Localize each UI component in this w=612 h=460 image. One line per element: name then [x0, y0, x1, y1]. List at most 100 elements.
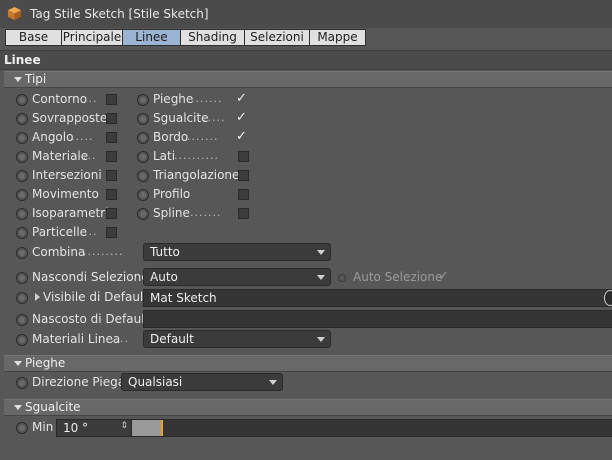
- check-icon[interactable]: ✓: [236, 130, 247, 143]
- expand-triangle-icon[interactable]: [14, 77, 22, 82]
- min-value-field[interactable]: 10 ° ⇕: [56, 419, 132, 437]
- checkbox-contorno[interactable]: [106, 94, 117, 105]
- chevron-down-icon: [317, 275, 325, 280]
- checkbox-intersezioni[interactable]: [106, 170, 117, 181]
- anim-dot-icon[interactable]: [16, 151, 28, 163]
- cube-icon: [7, 6, 22, 21]
- option-label: Angolo: [32, 130, 74, 144]
- dot-leader: ...: [84, 92, 98, 105]
- checkbox-lati[interactable]: [238, 151, 249, 162]
- dropdown-value: Default: [150, 332, 194, 346]
- field-value: Mat Sketch: [150, 291, 217, 305]
- tab-mappe[interactable]: Mappe: [309, 29, 366, 46]
- anim-dot-icon[interactable]: [16, 189, 28, 201]
- anim-dot-icon[interactable]: [16, 377, 28, 389]
- expand-arrow-icon[interactable]: [35, 293, 40, 301]
- dot-leader: .......: [191, 92, 223, 105]
- anim-dot-icon[interactable]: [16, 292, 28, 304]
- checkbox-angolo[interactable]: [106, 132, 117, 143]
- check-icon: ✓: [438, 269, 449, 284]
- option-label: Contorno: [32, 92, 88, 106]
- chevron-down-icon: [317, 250, 325, 255]
- option-label: Movimento: [32, 187, 99, 201]
- anim-dot-icon[interactable]: [16, 272, 28, 284]
- dot-leader: ...: [84, 225, 98, 238]
- group-pieghe[interactable]: Pieghe: [4, 355, 612, 372]
- dot-leader: .....: [203, 111, 226, 124]
- tab-principale[interactable]: Principale: [61, 29, 123, 46]
- direzione-dropdown[interactable]: Qualsiasi: [121, 373, 283, 391]
- nascosto-link-field[interactable]: [143, 310, 612, 328]
- anim-dot-icon[interactable]: [16, 227, 28, 239]
- option-label: Materiale: [32, 149, 89, 163]
- combina-dropdown[interactable]: Tutto: [143, 243, 331, 261]
- group-label: Tipi: [25, 72, 47, 86]
- anim-dot-icon[interactable]: [16, 208, 28, 220]
- anim-dot-icon[interactable]: [16, 314, 28, 326]
- anim-dot-icon[interactable]: [16, 94, 28, 106]
- materiali-dropdown[interactable]: Default: [143, 330, 331, 348]
- window-title: Tag Stile Sketch [Stile Sketch]: [30, 7, 209, 21]
- tab-linee[interactable]: Linee: [122, 29, 181, 46]
- title-bar: Tag Stile Sketch [Stile Sketch]: [0, 0, 612, 28]
- anim-dot-icon[interactable]: [137, 170, 149, 182]
- anim-dot-icon[interactable]: [16, 132, 28, 144]
- check-icon[interactable]: ✓: [236, 92, 247, 105]
- option-label: Triangolazione: [153, 168, 240, 182]
- anim-dot-icon[interactable]: [137, 189, 149, 201]
- slider-fill: [132, 420, 161, 436]
- anim-dot-icon[interactable]: [16, 113, 28, 125]
- min-slider[interactable]: [131, 419, 612, 437]
- anim-dot-icon[interactable]: [16, 334, 28, 346]
- anim-dot-icon[interactable]: [137, 113, 149, 125]
- visibile-link-field[interactable]: Mat Sketch: [143, 289, 612, 307]
- checkbox-movimento[interactable]: [106, 189, 117, 200]
- option-label: Pieghe: [153, 92, 194, 106]
- chevron-down-icon: [269, 380, 277, 385]
- tab-bar: Base Principale Linee Shading Selezioni …: [5, 29, 366, 46]
- pick-icon[interactable]: [604, 290, 612, 306]
- materiali-label: Materiali Linea: [32, 332, 121, 346]
- dot-leader: .......: [190, 206, 222, 219]
- checkbox-triangolazione[interactable]: [238, 170, 249, 181]
- group-sgualcite[interactable]: Sgualcite: [4, 399, 612, 416]
- option-label: Bordo: [153, 130, 189, 144]
- nascondi-dropdown[interactable]: Auto: [143, 268, 331, 286]
- tab-shading[interactable]: Shading: [180, 29, 245, 46]
- checkbox-spline[interactable]: [238, 208, 249, 219]
- nascosto-label: Nascosto di Default: [32, 312, 150, 326]
- section-header: Linee: [0, 50, 612, 70]
- expand-triangle-icon[interactable]: [14, 361, 22, 366]
- check-icon[interactable]: ✓: [236, 111, 247, 124]
- tab-selezioni[interactable]: Selezioni: [244, 29, 310, 46]
- anim-dot-icon[interactable]: [137, 94, 149, 106]
- anim-dot-icon[interactable]: [137, 151, 149, 163]
- checkbox-isoparametri[interactable]: [106, 208, 117, 219]
- anim-dot-icon[interactable]: [137, 208, 149, 220]
- min-label: Min: [32, 420, 54, 434]
- option-label: Sgualcite: [153, 111, 209, 125]
- anim-dot-icon[interactable]: [16, 422, 28, 434]
- dot-leader: .......: [187, 130, 219, 143]
- checkbox-particelle[interactable]: [106, 227, 117, 238]
- checkbox-profilo[interactable]: [238, 189, 249, 200]
- nascondi-label: Nascondi Selezione: [32, 270, 149, 284]
- tab-base[interactable]: Base: [5, 29, 62, 46]
- dropdown-value: Tutto: [150, 245, 180, 259]
- anim-dot-icon[interactable]: [16, 170, 28, 182]
- dropdown-value: Auto: [150, 270, 178, 284]
- checkbox-materiale[interactable]: [106, 151, 117, 162]
- option-label: Profilo: [153, 187, 191, 201]
- option-label: Spline: [153, 206, 190, 220]
- group-tipi[interactable]: Tipi: [4, 71, 612, 88]
- anim-dot-icon[interactable]: [137, 132, 149, 144]
- slider-handle[interactable]: [161, 420, 163, 436]
- expand-triangle-icon[interactable]: [14, 405, 22, 410]
- anim-dot-icon[interactable]: [16, 247, 28, 259]
- checkbox-sovrapposte[interactable]: [106, 113, 117, 124]
- auto-selezione-label: Auto Selezione: [353, 270, 443, 284]
- combina-label: Combina: [32, 245, 86, 259]
- group-label: Pieghe: [25, 356, 66, 370]
- stepper-arrows-icon[interactable]: ⇕: [120, 421, 128, 431]
- group-label: Sgualcite: [25, 400, 81, 414]
